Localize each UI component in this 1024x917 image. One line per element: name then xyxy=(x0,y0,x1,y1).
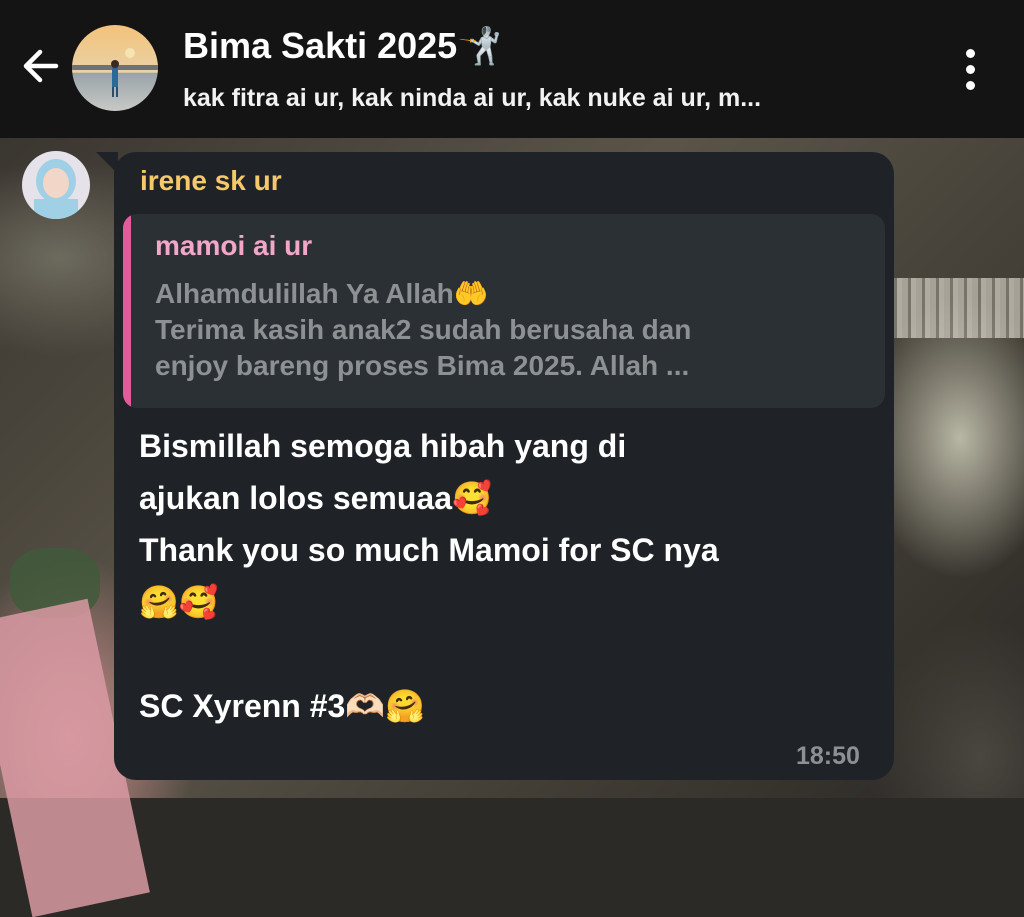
sender-name[interactable]: irene sk ur xyxy=(140,165,282,197)
message-line: ajukan lolos semuaa xyxy=(139,480,453,516)
menu-dot xyxy=(965,48,975,58)
quoted-message[interactable]: mamoi ai ur Alhamdulillah Ya Allah🤲 Teri… xyxy=(123,214,885,408)
group-title-text: Bima Sakti 2025 xyxy=(183,25,458,66)
sender-avatar-image xyxy=(22,151,90,219)
message-line: SC Xyrenn #3 xyxy=(139,688,346,724)
sender-avatar[interactable] xyxy=(22,151,90,219)
arrow-left-icon xyxy=(23,49,59,83)
quote-line: enjoy bareng proses Bima 2025. Allah ... xyxy=(155,350,690,381)
menu-dot xyxy=(965,80,975,90)
quote-line: Alhamdulillah Ya Allah xyxy=(155,278,454,309)
group-members-subtitle: kak fitra ai ur, kak ninda ai ur, kak nu… xyxy=(183,84,762,112)
quote-line: Terima kasih anak2 sudah berusaha dan xyxy=(155,314,692,345)
menu-dot xyxy=(965,64,975,74)
message-text: Bismillah semoga hibah yang di ajukan lo… xyxy=(139,420,879,732)
smiling-hearts-emoji: 🥰 xyxy=(452,479,492,517)
message-line: Bismillah semoga hibah yang di xyxy=(139,428,627,464)
hug-hearts-emoji: 🤗🥰 xyxy=(139,583,219,621)
quote-accent-bar xyxy=(123,214,131,408)
group-title[interactable]: Bima Sakti 2025🤺 xyxy=(183,25,502,67)
message-timestamp: 18:50 xyxy=(796,742,860,770)
group-avatar[interactable] xyxy=(72,25,158,111)
fencer-emoji: 🤺 xyxy=(457,26,502,67)
back-button[interactable] xyxy=(18,44,62,88)
quote-author: mamoi ai ur xyxy=(155,230,313,261)
group-avatar-image xyxy=(72,25,158,111)
message-line: Thank you so much Mamoi for SC nya xyxy=(139,532,719,568)
heart-hands-hug-emoji: 🫶🏻🤗 xyxy=(345,687,425,725)
more-options-button[interactable] xyxy=(948,42,992,96)
quote-text: Alhamdulillah Ya Allah🤲 Terima kasih ana… xyxy=(155,276,855,384)
raised-hands-emoji: 🤲 xyxy=(453,277,489,310)
chat-header: Bima Sakti 2025🤺 kak fitra ai ur, kak ni… xyxy=(0,0,1024,138)
